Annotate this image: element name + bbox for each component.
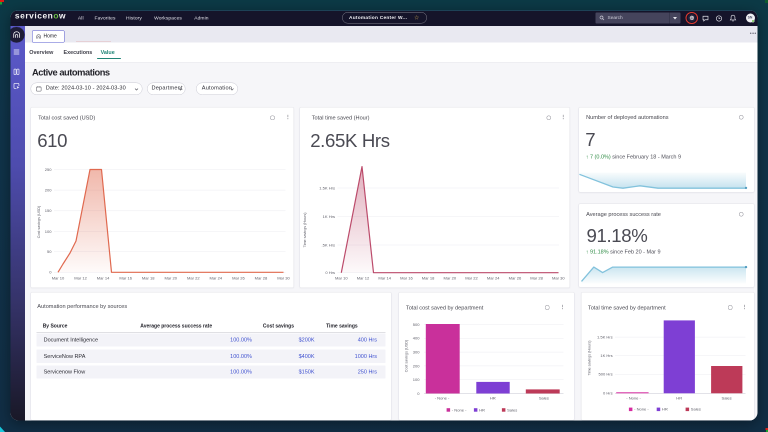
svg-text:Sales: Sales (722, 396, 732, 401)
svg-text:HR: HR (479, 407, 485, 412)
svg-text:300: 300 (413, 350, 421, 355)
svg-text:Mar 22: Mar 22 (187, 275, 200, 280)
svg-text:1.5K Hrs: 1.5K Hrs (597, 335, 613, 340)
svg-text:Mar 30: Mar 30 (552, 275, 565, 280)
svg-text:250: 250 (45, 167, 53, 172)
svg-text:Cost savings (USD): Cost savings (USD) (37, 206, 41, 238)
svg-text:400: 400 (413, 336, 421, 341)
svg-text:Mar 12: Mar 12 (74, 275, 87, 280)
svg-text:Mar 28: Mar 28 (530, 275, 543, 280)
svg-text:Sales: Sales (539, 396, 549, 401)
svg-text:Mar 16: Mar 16 (400, 275, 413, 280)
svg-text:HR: HR (662, 407, 668, 412)
svg-text:Sales: Sales (691, 407, 701, 412)
svg-text:Mar 26: Mar 26 (509, 275, 522, 280)
svg-text:Mar 10: Mar 10 (52, 275, 65, 280)
svg-text:Mar 28: Mar 28 (255, 275, 268, 280)
svg-text:.5K Hrs: .5K Hrs (322, 242, 336, 247)
svg-text:200: 200 (45, 188, 53, 193)
svg-text:Cost savings (USD): Cost savings (USD) (405, 340, 409, 372)
svg-text:Mar 18: Mar 18 (142, 275, 155, 280)
svg-text:1K Hrs: 1K Hrs (600, 353, 612, 358)
svg-text:HR: HR (676, 396, 682, 401)
svg-text:Mar 14: Mar 14 (378, 275, 391, 280)
svg-text:Mar 14: Mar 14 (97, 275, 110, 280)
svg-text:100: 100 (45, 229, 53, 234)
svg-text:Mar 16: Mar 16 (119, 275, 132, 280)
svg-text:Mar 10: Mar 10 (335, 275, 348, 280)
svg-text:1K Hrs: 1K Hrs (323, 214, 335, 219)
svg-text:Mar 24: Mar 24 (210, 275, 223, 280)
svg-text:50: 50 (47, 249, 52, 254)
svg-text:Mar 22: Mar 22 (465, 275, 478, 280)
svg-text:Mar 24: Mar 24 (487, 275, 500, 280)
svg-text:0 Hrs: 0 Hrs (603, 390, 613, 395)
svg-text:- None -: - None - (634, 407, 649, 412)
svg-text:500 Hrs: 500 Hrs (599, 372, 613, 377)
svg-text:Mar 20: Mar 20 (164, 275, 177, 280)
svg-text:Mar 30: Mar 30 (277, 275, 290, 280)
svg-text:0: 0 (49, 270, 52, 275)
svg-text:150: 150 (45, 208, 53, 213)
svg-text:- None -: - None - (452, 407, 467, 412)
svg-text:HR: HR (490, 396, 496, 401)
svg-text:500: 500 (413, 322, 421, 327)
svg-text:Mar 20: Mar 20 (443, 275, 456, 280)
svg-text:Time savings (Hours): Time savings (Hours) (588, 341, 592, 376)
svg-text:Mar 18: Mar 18 (422, 275, 435, 280)
svg-text:0 Hrs: 0 Hrs (325, 270, 335, 275)
svg-text:0: 0 (417, 391, 420, 396)
svg-text:200: 200 (413, 363, 421, 368)
svg-text:Mar 26: Mar 26 (232, 275, 245, 280)
svg-text:1.5K Hrs: 1.5K Hrs (319, 185, 335, 190)
svg-text:100: 100 (413, 377, 421, 382)
svg-text:Sales: Sales (507, 407, 517, 412)
svg-text:Time savings (Hours): Time savings (Hours) (303, 213, 307, 248)
svg-text:Mar 12: Mar 12 (357, 275, 370, 280)
svg-text:- None -: - None - (626, 396, 641, 401)
svg-text:- None -: - None - (435, 396, 450, 401)
